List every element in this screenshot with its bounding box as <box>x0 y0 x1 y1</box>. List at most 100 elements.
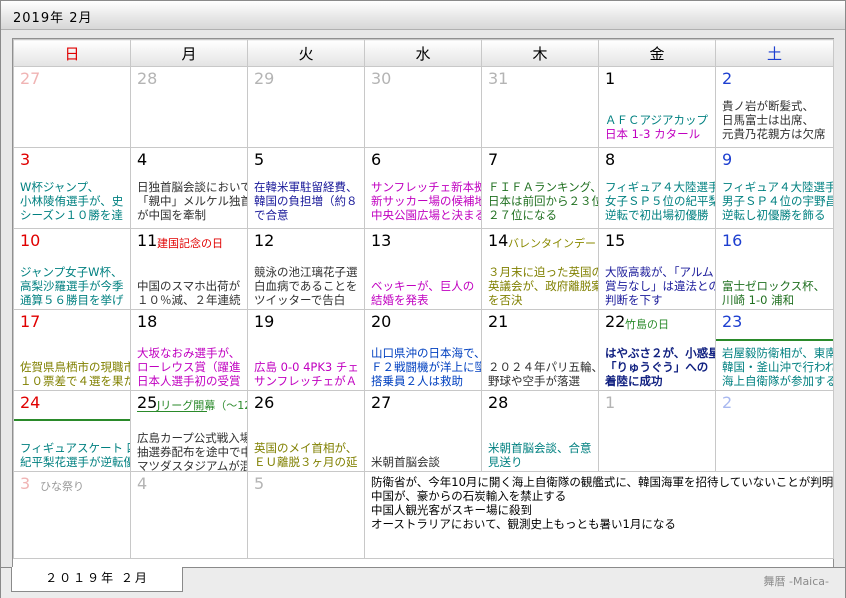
event-text: １０票差で４選を果た <box>20 374 130 388</box>
day-cell[interactable]: 10 ジャンプ女子W杯、 高梨沙羅選手が今季 通算５６勝目を挙げ <box>13 228 131 310</box>
event-text: 日本人選手初の受賞 <box>137 374 241 388</box>
day-cell[interactable]: 20 山口県沖の日本海で、 Ｆ２戦闘機が洋上に墜 搭乗員２人は救助 <box>364 309 482 391</box>
event-text: で合意 <box>254 208 289 222</box>
event-text: 新サッカー場の候補地 <box>371 194 481 208</box>
day-number: 17 <box>20 312 41 331</box>
event-text: 小林陵侑選手が、史 <box>20 194 124 208</box>
day-number: 13 <box>371 231 392 250</box>
day-number: 11 <box>137 231 158 250</box>
day-cell[interactable]: 25Jリーグ開幕（〜12/7）広島カープ公式戦入場抽選券配布を途中で中マツダスタ… <box>130 390 248 472</box>
day-number: 2 <box>722 69 733 88</box>
day-number: 19 <box>254 312 275 331</box>
holiday-label: バレンタインデー <box>508 237 596 250</box>
weekday-header-thu: 木 <box>481 39 599 67</box>
week-row: 3 ひな祭り 4 5 防衛省が、今年10月に開く海上自衛隊の観艦式に、韓国海軍を招待して… <box>13 471 834 559</box>
day-cell[interactable]: 18 大坂なおみ選手が、 ローレウス賞（躍進 日本人選手初の受賞 <box>130 309 248 391</box>
day-cell[interactable]: 30 <box>364 66 482 148</box>
event-list: 中国のスマホ出荷が １０％減、２年連続 <box>137 279 247 307</box>
event-text: ＡＦＣアジアカップ <box>605 113 709 127</box>
day-cell[interactable]: 2 貴ノ岩が断髪式、 日馬富士は出席、 元貴乃花親方は欠席 <box>715 66 834 148</box>
day-cell[interactable]: 17 佐賀県鳥栖市の現職市 １０票差で４選を果た <box>13 309 131 391</box>
day-cell[interactable]: 16 富士ゼロックス杯、 川崎 1-0 浦和 <box>715 228 834 310</box>
day-number: 4 <box>137 150 148 169</box>
calendar-grid: 日 月 火 水 木 金 土 27 28 29 30 31 1 ＡＦＣアジアカップ 日本 1-3… <box>12 38 834 573</box>
event-text: 判断を下す <box>605 293 663 307</box>
day-cell[interactable]: 5 <box>247 471 365 559</box>
day-number: 27 <box>371 393 392 412</box>
event-text: 英国のメイ首相が、 <box>254 441 358 455</box>
event-list: 佐賀県鳥栖市の現職市 １０票差で４選を果た <box>20 360 130 388</box>
day-cell[interactable]: 12 競泳の池江璃花子選 白血病であることを ツイッターで告白 <box>247 228 365 310</box>
day-cell[interactable]: 14 バレンタインデー ３月末に迫った英国の 英議会が、政府離脱案 を否決 <box>481 228 599 310</box>
day-number: 9 <box>722 150 733 169</box>
day-number: 10 <box>20 231 41 250</box>
note-line: 中国が、豪からの石炭輸入を禁止する <box>371 489 567 503</box>
event-text: ＦＩＦＡランキング、 <box>488 180 598 194</box>
event-list: 山口県沖の日本海で、 Ｆ２戦闘機が洋上に墜 搭乗員２人は救助 <box>371 346 481 388</box>
day-cell[interactable]: 6 サンフレッチェ新本拠 新サッカー場の候補地 中央公園広場と決まる <box>364 147 482 229</box>
note-line: 中国人観光客がスキー場に殺到 <box>371 503 532 517</box>
event-list: ＡＦＣアジアカップ 日本 1-3 カタール <box>605 113 715 141</box>
holiday-label: 竹島の日 <box>625 318 669 331</box>
event-text: 紀平梨花選手が逆転優 <box>20 455 130 469</box>
title-bar[interactable]: 2019年 2月 <box>1 1 845 30</box>
weekday-header-tue: 火 <box>247 39 365 67</box>
event-text: 通算５６勝目を挙げ <box>20 293 124 307</box>
event-list: ベッキーが、巨人の 結婚を発表 <box>371 279 481 307</box>
day-cell[interactable]: 22 竹島の日 はやぶさ２が、小惑星 「りゅうぐう」への 着陸に成功 <box>598 309 716 391</box>
day-number: 30 <box>371 69 392 88</box>
event-text: 見送り <box>488 455 523 469</box>
event-text: 元貴乃花親方は欠席 <box>722 127 826 141</box>
day-cell[interactable]: 23 岩屋毅防衛相が、東南 韓国・釜山沖で行われ 海上自衛隊が参加する <box>715 309 834 391</box>
event-list: 米朝首脳会談、合意 見送り <box>488 441 598 469</box>
day-cell[interactable]: 8 フィギュア４大陸選手 女子ＳＰ５位の紀平梨 逆転で初出場初優勝 <box>598 147 716 229</box>
day-cell[interactable]: 1 ＡＦＣアジアカップ 日本 1-3 カタール <box>598 66 716 148</box>
week-row: 17 佐賀県鳥栖市の現職市 １０票差で４選を果た 18 大坂なおみ選手が、 ローレウス賞（… <box>13 309 834 391</box>
day-cell[interactable]: 28 <box>130 66 248 148</box>
day-cell[interactable]: 24 フィギュアスケート 四紀平梨花選手が逆転優 <box>13 390 131 472</box>
day-cell[interactable]: 26 英国のメイ首相が、 ＥＵ離脱３ヶ月の延 <box>247 390 365 472</box>
day-cell[interactable]: 15 大阪高裁が、「アルム 賞与なし」は違法との 判断を下す <box>598 228 716 310</box>
day-cell[interactable]: 28 米朝首脳会談、合意 見送り <box>481 390 599 472</box>
event-text: 男子ＳＰ４位の宇野昌 <box>722 194 833 208</box>
day-cell[interactable]: 7 ＦＩＦＡランキング、 日本は前回から２３位 ２７位になる <box>481 147 599 229</box>
day-cell[interactable]: 2 <box>715 390 834 472</box>
notes-cell[interactable]: 防衛省が、今年10月に開く海上自衛隊の観艦式に、韓国海軍を招待していないことが判… <box>364 471 834 559</box>
holiday-label: ひな祭り <box>40 480 84 493</box>
day-cell[interactable]: 31 <box>481 66 599 148</box>
event-text: ３月末に迫った英国の <box>488 265 598 279</box>
day-cell[interactable]: 27 米朝首脳会談 <box>364 390 482 472</box>
day-cell[interactable]: 1 <box>598 390 716 472</box>
event-text: 日独首脳会談において <box>137 180 247 194</box>
day-cell[interactable]: 11 建国記念の日 中国のスマホ出荷が １０％減、２年連続 <box>130 228 248 310</box>
day-cell[interactable]: 21 ２０２４年パリ五輪、 野球や空手が落選 <box>481 309 599 391</box>
day-cell[interactable]: 3 W杯ジャンプ、 小林陵侑選手が、史 シーズン１０勝を達 <box>13 147 131 229</box>
event-text: 大阪高裁が、「アルム <box>605 265 714 279</box>
event-text: 韓国の負担増（約８ <box>254 194 358 208</box>
event-text: ローレウス賞（躍進 <box>137 360 241 374</box>
day-number: 18 <box>137 312 158 331</box>
day-cell[interactable]: 4 <box>130 471 248 559</box>
day-number: 7 <box>488 150 499 169</box>
day-cell[interactable]: 5 在韓米軍駐留経費、 韓国の負担増（約８ で合意 <box>247 147 365 229</box>
day-cell[interactable]: 27 <box>13 66 131 148</box>
day-cell[interactable]: 4 日独首脳会談において 「親中」メルケル独首 が中国を牽制 <box>130 147 248 229</box>
event-text: フィギュア４大陸選手 <box>605 180 715 194</box>
day-cell[interactable]: 9 フィギュア４大陸選手 男子ＳＰ４位の宇野昌 逆転し初優勝を飾る <box>715 147 834 229</box>
day-number: 16 <box>722 231 743 250</box>
day-number: 1 <box>605 393 616 412</box>
event-text: 結婚を発表 <box>371 293 429 307</box>
day-cell[interactable]: 19 広島 0-0 4PK3 チェ サンフレッチェがＡ <box>247 309 365 391</box>
month-tab[interactable]: ２０１９年 ２月 <box>11 567 183 592</box>
day-cell[interactable]: 29 <box>247 66 365 148</box>
event-text: 広島 0-0 4PK3 チェ <box>254 360 359 374</box>
event-list: 富士ゼロックス杯、 川崎 1-0 浦和 <box>722 279 833 307</box>
event-text: が中国を牽制 <box>137 208 206 222</box>
day-cell[interactable]: 13 ベッキーが、巨人の 結婚を発表 <box>364 228 482 310</box>
day-number: 24 <box>20 393 41 412</box>
event-text: 抽選券配布を途中で中 <box>137 445 247 459</box>
event-text: フィギュアスケート 四 <box>20 441 130 455</box>
day-number: 22 <box>605 312 626 331</box>
day-cell[interactable]: 3 ひな祭り <box>13 471 131 559</box>
week-row: 10 ジャンプ女子W杯、 高梨沙羅選手が今季 通算５６勝目を挙げ 11 建国記念の日 中国の… <box>13 228 834 310</box>
